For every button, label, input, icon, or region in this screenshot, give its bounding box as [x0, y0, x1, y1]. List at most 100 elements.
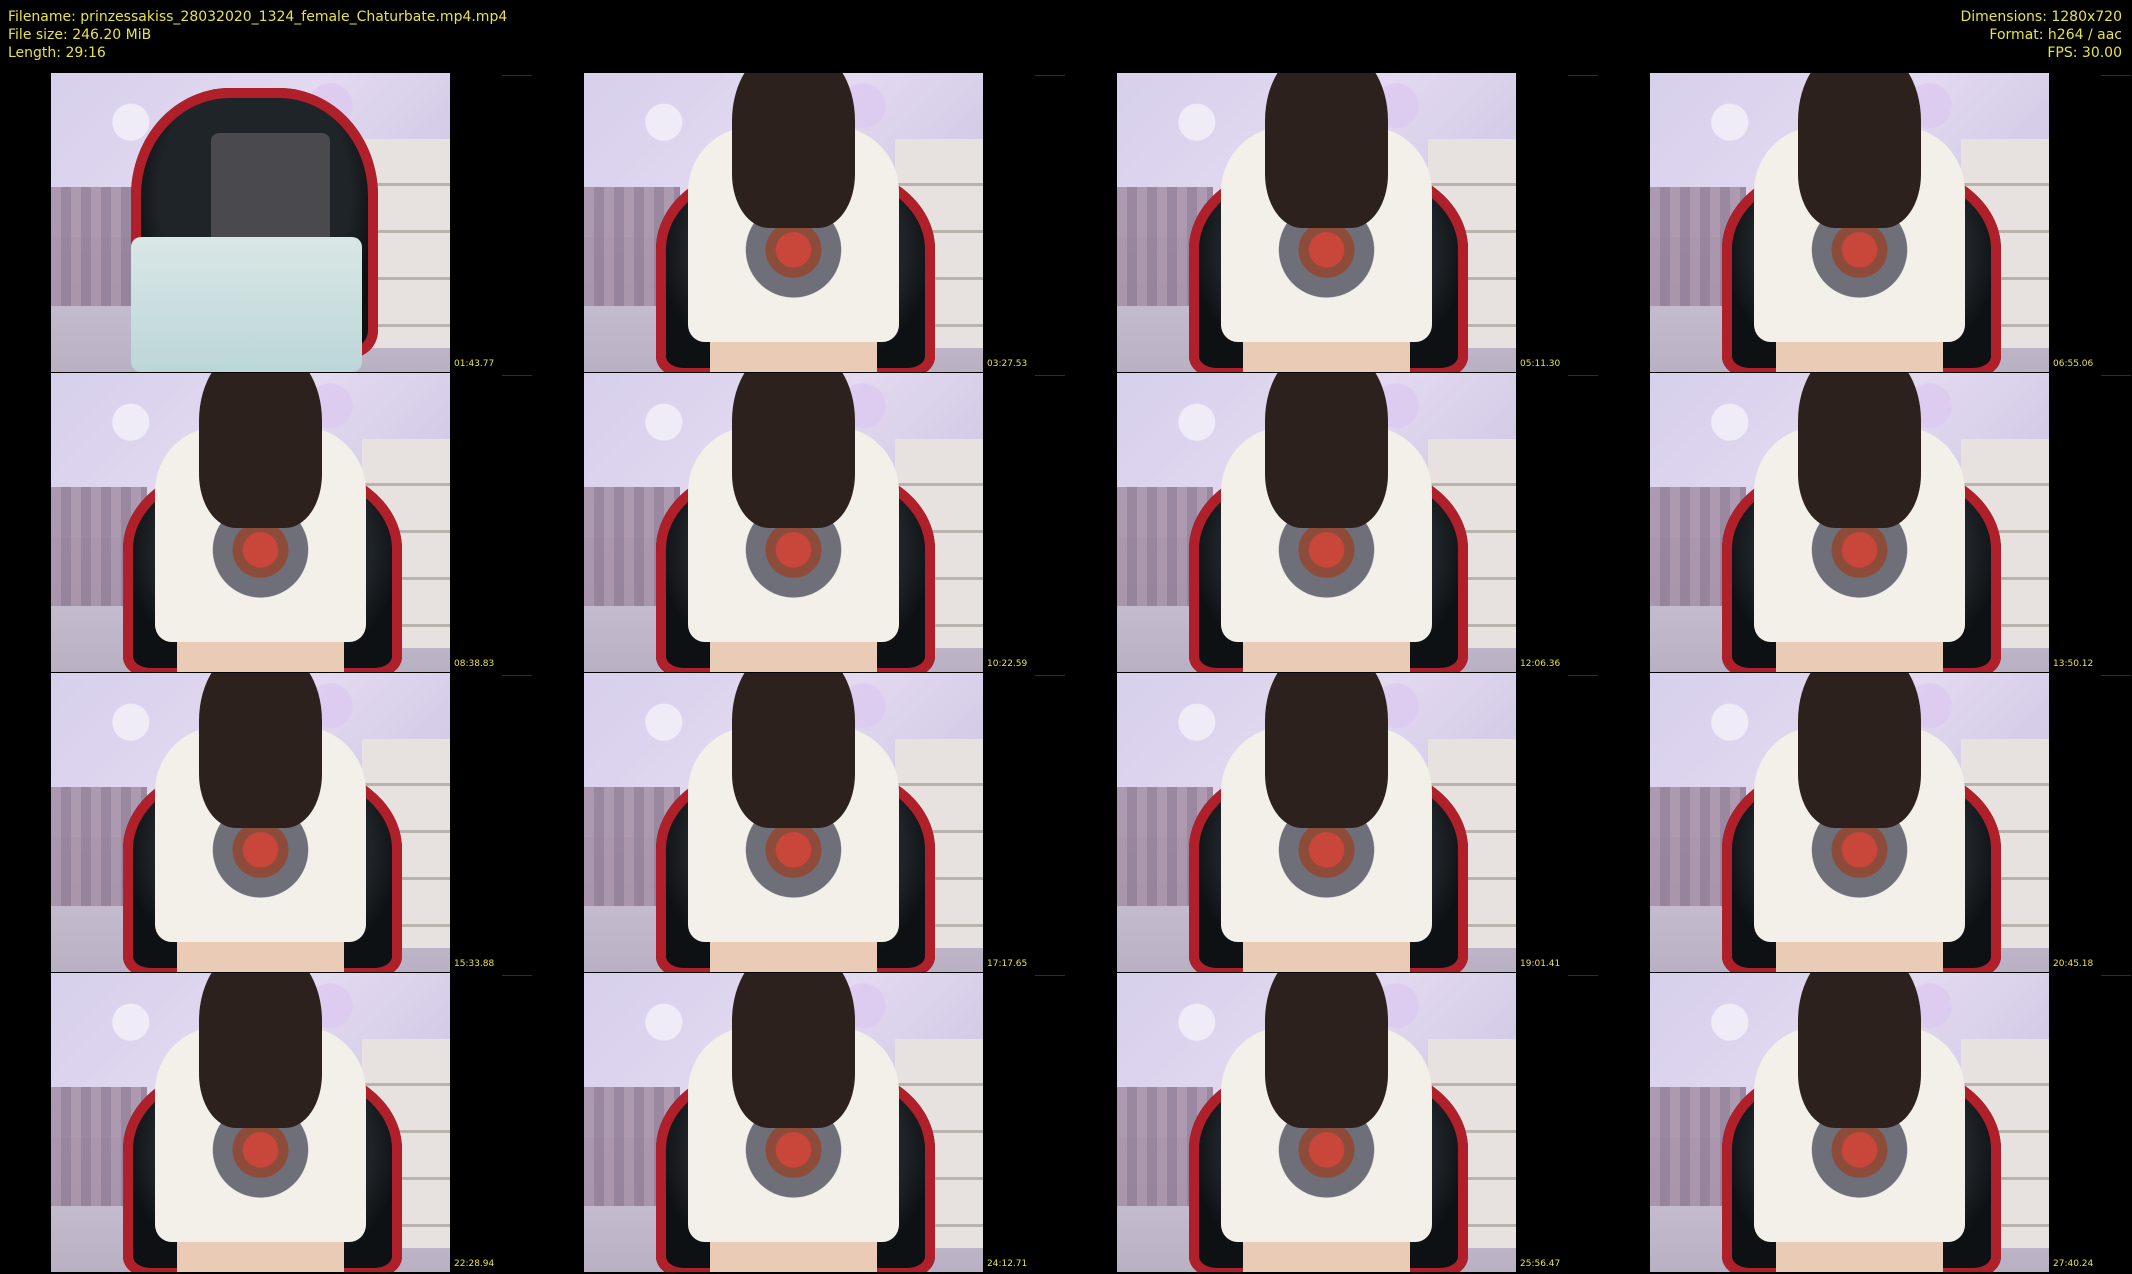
thumbnail-cell: 05:11.30	[1066, 73, 1599, 373]
video-frame-thumbnail[interactable]	[584, 73, 983, 372]
thumbnail-cell: 27:40.24	[1599, 973, 2132, 1273]
thumbnail-cell: 06:55.06	[1599, 73, 2132, 373]
video-frame-thumbnail[interactable]	[584, 973, 983, 1272]
frame-timestamp: 05:11.30	[1520, 359, 1561, 369]
thumbnail-cell: 13:50.12	[1599, 373, 2132, 673]
person-hair	[1798, 373, 1921, 529]
format-label: Format: h264 / aac	[1989, 27, 2122, 43]
frame-marker-line	[1568, 975, 1598, 976]
contact-sheet: Filename: prinzessakiss_28032020_1324_fe…	[0, 0, 2132, 1274]
frame-timestamp: 03:27.53	[987, 359, 1028, 369]
frame-marker-line	[502, 375, 532, 376]
video-frame-thumbnail[interactable]	[51, 973, 450, 1272]
video-frame-thumbnail[interactable]	[51, 373, 450, 672]
person	[1750, 973, 1969, 1272]
thumbnail-cell: 03:27.53	[533, 73, 1066, 373]
blanket	[130, 237, 363, 372]
video-frame-thumbnail[interactable]	[1117, 373, 1516, 672]
person	[1750, 373, 1969, 672]
frame-marker-line	[1568, 375, 1598, 376]
thumbnail-cell: 17:17.65	[533, 673, 1066, 973]
frame-timestamp: 19:01.41	[1520, 959, 1561, 969]
video-frame-thumbnail[interactable]	[1650, 973, 2049, 1272]
video-frame-thumbnail[interactable]	[1650, 673, 2049, 972]
frame-timestamp: 10:22.59	[987, 659, 1028, 669]
person	[151, 373, 370, 672]
person-hair	[1265, 73, 1388, 229]
frame-timestamp: 06:55.06	[2053, 359, 2094, 369]
file-info: Filename: prinzessakiss_28032020_1324_fe…	[8, 8, 507, 62]
filename-label: Filename: prinzessakiss_28032020_1324_fe…	[8, 9, 508, 25]
person	[684, 973, 903, 1272]
person	[1750, 73, 1969, 372]
frame-timestamp: 08:38.83	[454, 659, 495, 669]
video-frame-thumbnail[interactable]	[51, 73, 450, 372]
person	[151, 973, 370, 1272]
frame-timestamp: 15:33.88	[454, 959, 495, 969]
person	[684, 373, 903, 672]
frame-marker-line	[1035, 675, 1065, 676]
frame-timestamp: 24:12.71	[987, 1259, 1028, 1269]
person	[684, 673, 903, 972]
video-frame-thumbnail[interactable]	[1117, 73, 1516, 372]
person	[1750, 673, 1969, 972]
person	[151, 673, 370, 972]
frame-timestamp: 17:17.65	[987, 959, 1028, 969]
video-frame-thumbnail[interactable]	[1650, 73, 2049, 372]
thumbnail-cell: 12:06.36	[1066, 373, 1599, 673]
person	[1217, 373, 1436, 672]
frame-marker-line	[502, 675, 532, 676]
frame-timestamp: 20:45.18	[2053, 959, 2094, 969]
person-hair	[199, 973, 322, 1129]
person	[1217, 973, 1436, 1272]
frame-marker-line	[502, 975, 532, 976]
frame-marker-line	[1568, 75, 1598, 76]
person-hair	[199, 673, 322, 829]
frame-marker-line	[2101, 75, 2131, 76]
frame-marker-line	[1568, 675, 1598, 676]
frame-marker-line	[2101, 675, 2131, 676]
thumbnail-cell: 08:38.83	[0, 373, 533, 673]
length-label: Length: 29:16	[8, 45, 106, 61]
thumbnail-cell: 20:45.18	[1599, 673, 2132, 973]
thumbnail-cell: 15:33.88	[0, 673, 533, 973]
video-frame-thumbnail[interactable]	[51, 673, 450, 972]
fps-label: FPS: 30.00	[2047, 45, 2122, 61]
person	[1217, 673, 1436, 972]
thumbnail-cell: 22:28.94	[0, 973, 533, 1273]
video-frame-thumbnail[interactable]	[584, 673, 983, 972]
person-hair	[732, 973, 855, 1129]
person	[1217, 73, 1436, 372]
thumbnail-cell: 25:56.47	[1066, 973, 1599, 1273]
thumbnail-cell: 24:12.71	[533, 973, 1066, 1273]
video-frame-thumbnail[interactable]	[1650, 373, 2049, 672]
dimensions-label: Dimensions: 1280x720	[1960, 9, 2122, 25]
frame-marker-line	[2101, 375, 2131, 376]
video-frame-thumbnail[interactable]	[1117, 973, 1516, 1272]
person-hair	[1265, 973, 1388, 1129]
person-hair	[732, 373, 855, 529]
person-hair	[1265, 373, 1388, 529]
thumbnail-cell: 19:01.41	[1066, 673, 1599, 973]
person-hair	[1265, 673, 1388, 829]
frame-timestamp: 27:40.24	[2053, 1259, 2094, 1269]
person-hair	[1798, 973, 1921, 1129]
frame-timestamp: 25:56.47	[1520, 1259, 1561, 1269]
video-frame-thumbnail[interactable]	[584, 373, 983, 672]
person-hair	[732, 73, 855, 229]
frame-timestamp: 22:28.94	[454, 1259, 495, 1269]
person-hair	[199, 373, 322, 529]
thumbnail-cell: 01:43.77	[0, 73, 533, 373]
frame-timestamp: 01:43.77	[454, 359, 495, 369]
video-frame-thumbnail[interactable]	[1117, 673, 1516, 972]
person	[684, 73, 903, 372]
frame-timestamp: 13:50.12	[2053, 659, 2094, 669]
person-hair	[1798, 73, 1921, 229]
frame-marker-line	[502, 75, 532, 76]
video-info: Dimensions: 1280x720 Format: h264 / aac …	[1960, 8, 2122, 62]
person-hair	[1798, 673, 1921, 829]
filesize-label: File size: 246.20 MiB	[8, 27, 152, 43]
frame-timestamp: 12:06.36	[1520, 659, 1561, 669]
frame-marker-line	[1035, 975, 1065, 976]
thumbnail-grid: 01:43.77 03:27.53 05:11.30 06:55.06 08:38.83…	[0, 73, 2132, 1273]
